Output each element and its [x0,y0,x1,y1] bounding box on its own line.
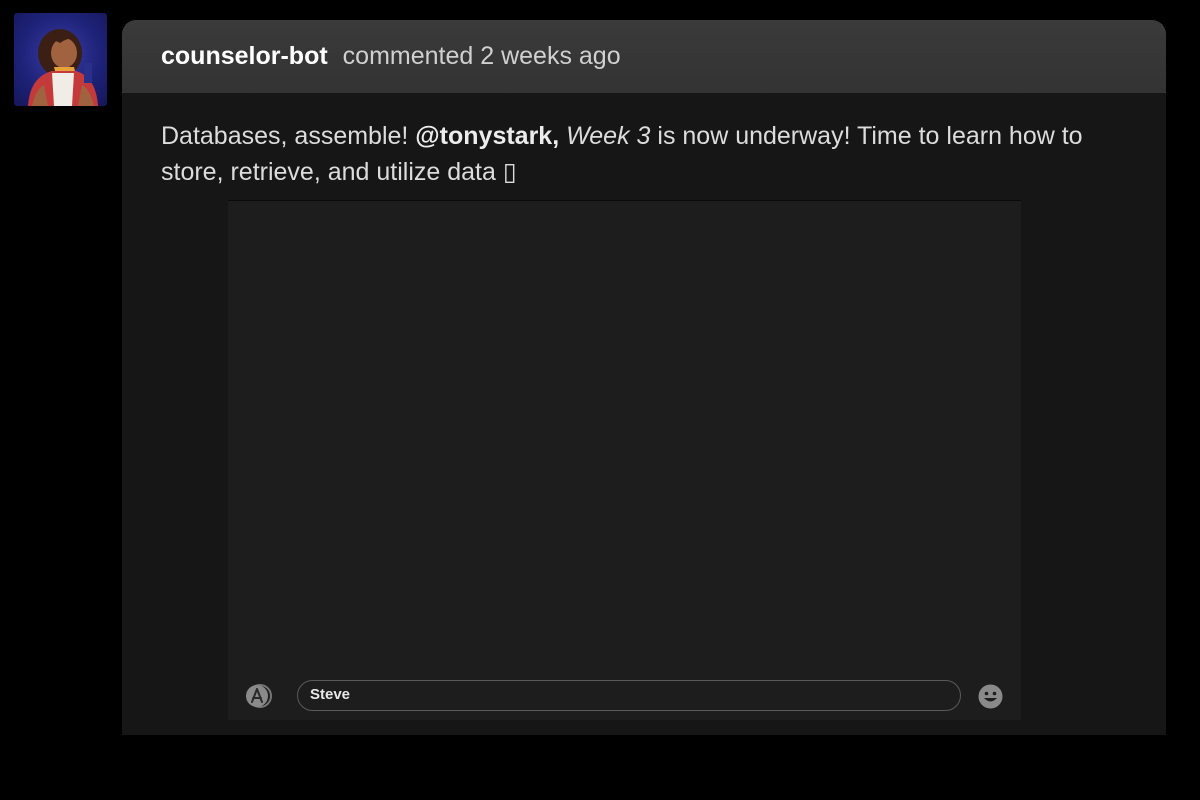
user-mention[interactable]: @tonystark, [415,122,559,150]
comment-body: Databases, assemble! @tonystark, Week 3 … [122,93,1166,735]
comment-header: counselor-bot commented 2 weeks ago [122,20,1166,93]
message-input[interactable]: Steve [297,680,961,711]
author-name[interactable]: counselor-bot [161,42,328,71]
embedded-media[interactable]: Steve [228,200,1021,720]
message-line2: store, retrieve, and utilize data ▯ [161,158,517,186]
week-label: Week 3 [566,122,651,150]
app-store-icon[interactable] [244,684,274,708]
message-intro: Databases, assemble! [161,122,416,150]
counselor-bot-avatar-icon [28,29,98,106]
comment-message: Databases, assemble! @tonystark, Week 3 … [161,118,1136,190]
comment-card: counselor-bot commented 2 weeks ago Data… [122,20,1166,800]
comment-timestamp[interactable]: commented 2 weeks ago [343,42,621,71]
message-rest: is now underway! Time to learn how to [650,122,1083,150]
author-avatar[interactable] [14,13,107,106]
emoji-icon[interactable] [978,684,1003,709]
